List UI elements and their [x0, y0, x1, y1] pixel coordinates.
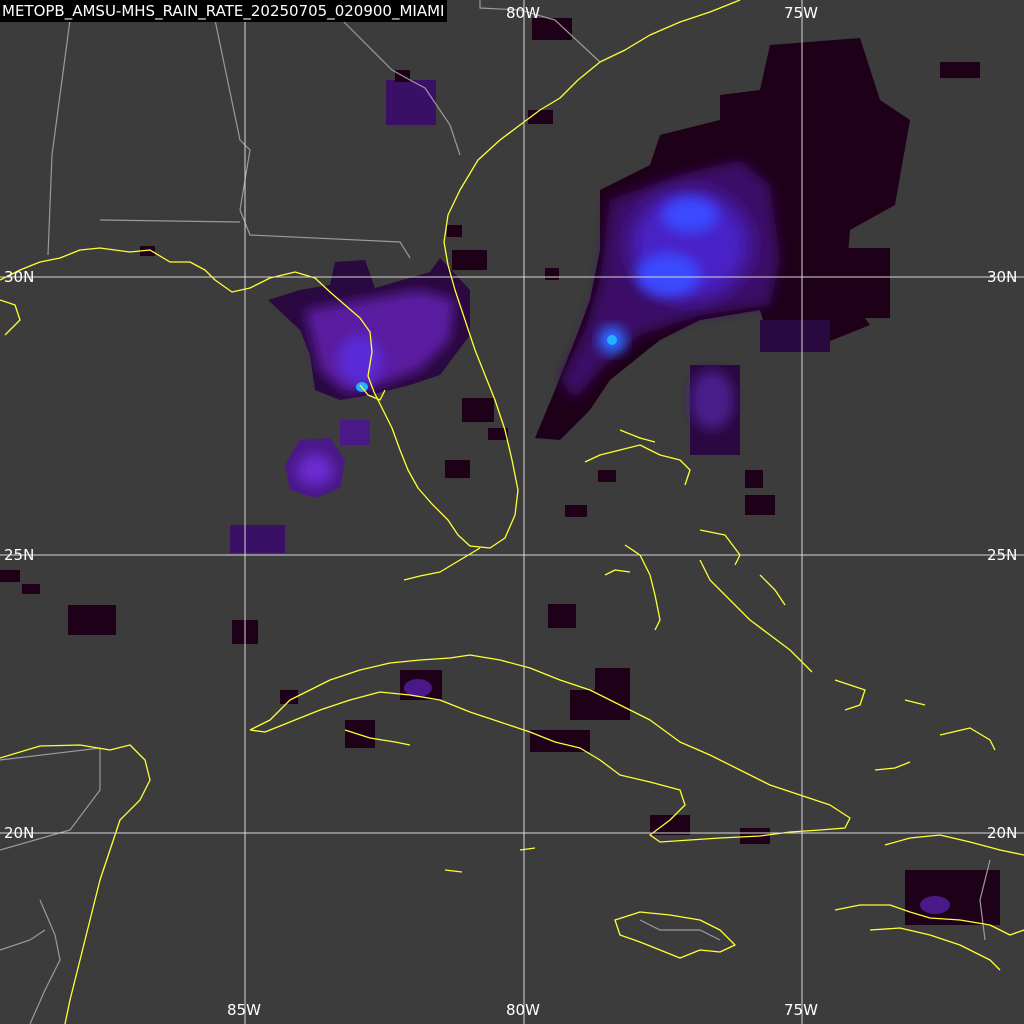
grid-label-right-20n: 20N	[987, 824, 1018, 842]
grid-label-left-20n: 20N	[4, 824, 35, 842]
rain-rate-map	[0, 0, 1024, 1024]
grid-label-right-25n: 25N	[987, 546, 1018, 564]
grid-label-bottom-85w: 85W	[227, 1001, 261, 1019]
grid-label-top-75w: 75W	[784, 4, 818, 22]
grid-label-left-30n: 30N	[4, 268, 35, 286]
grid-label-bottom-75w: 75W	[784, 1001, 818, 1019]
grid-label-left-25n: 25N	[4, 546, 35, 564]
grid-label-bottom-80w: 80W	[506, 1001, 540, 1019]
product-title: METOPB_AMSU-MHS_RAIN_RATE_20250705_02090…	[0, 0, 448, 22]
grid-label-top-80w: 80W	[506, 4, 540, 22]
grid-label-right-30n: 30N	[987, 268, 1018, 286]
